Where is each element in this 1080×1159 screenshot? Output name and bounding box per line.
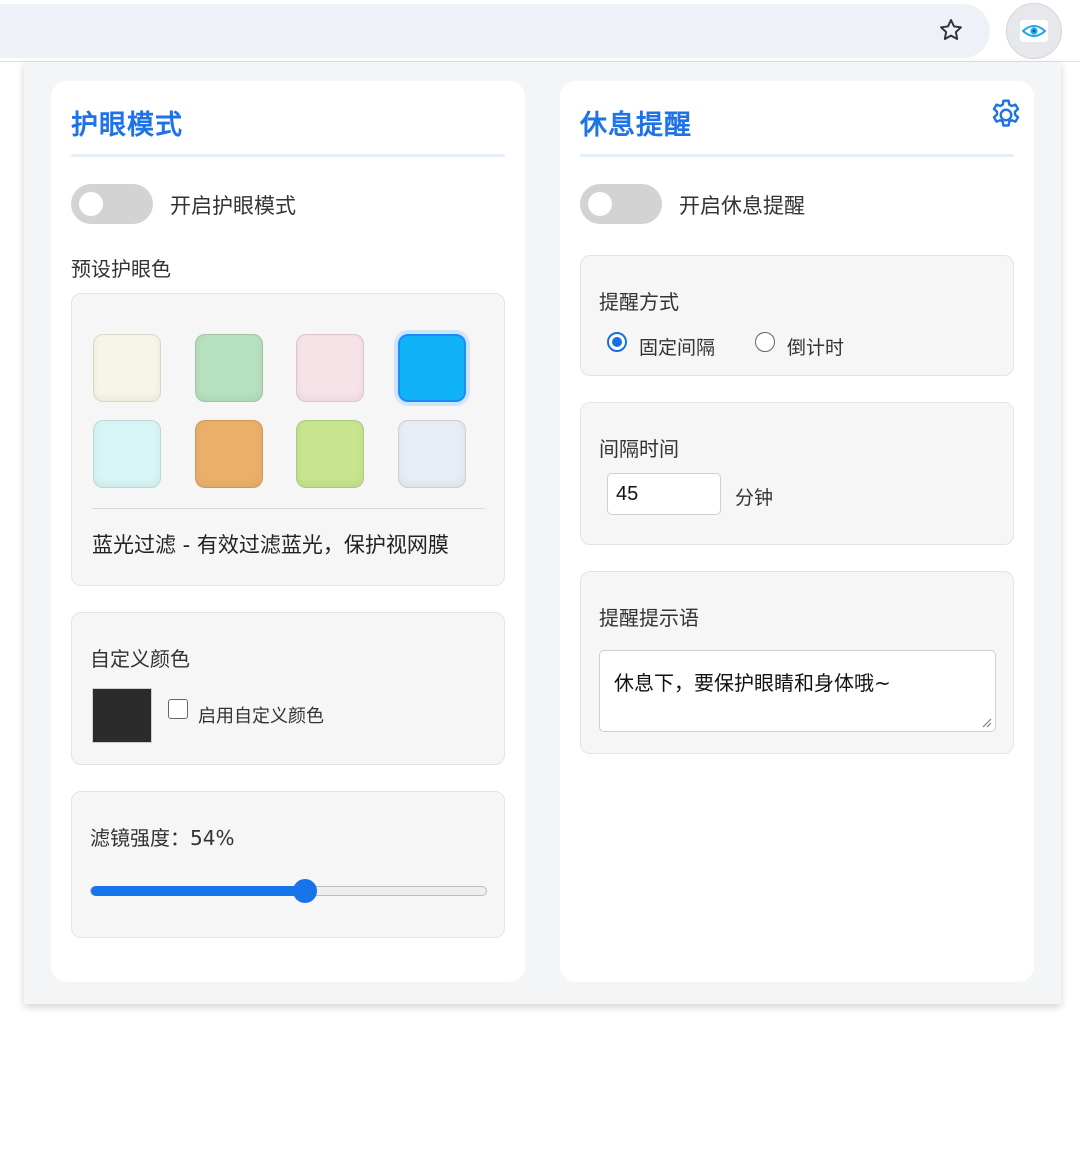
custom-color-checkbox[interactable] — [168, 699, 188, 719]
star-outline-icon — [940, 19, 962, 40]
color-swatch[interactable] — [194, 334, 263, 402]
custom-color-box: 自定义颜色 启用自定义颜色 — [71, 612, 505, 765]
mode-countdown-label: 倒计时 — [787, 337, 845, 359]
reminder-mode-box: 提醒方式 固定间隔 倒计时 — [580, 255, 1014, 376]
slider-fill — [91, 886, 306, 896]
reminder-mode-heading: 提醒方式 — [599, 290, 679, 314]
preset-colors-box: 蓝光过滤 - 有效过滤蓝光，保护视网膜 — [71, 293, 505, 586]
address-bar[interactable] — [0, 4, 990, 58]
eye-icon — [1022, 25, 1046, 37]
filter-strength-box: 滤镜强度：54% — [71, 791, 505, 938]
color-swatch[interactable] — [397, 420, 466, 488]
title-divider — [71, 154, 505, 157]
mode-fixed-interval-radio[interactable] — [607, 332, 627, 352]
eye-mode-panel: 护眼模式 开启护眼模式 预设护眼色 蓝光过滤 - 有效过滤蓝光，保护视网膜 自定… — [51, 81, 525, 982]
rest-reminder-toggle-label: 开启休息提醒 — [679, 194, 805, 218]
rest-reminder-toggle[interactable] — [580, 184, 662, 224]
title-divider — [580, 154, 1014, 157]
preset-description: 蓝光过滤 - 有效过滤蓝光，保护视网膜 — [92, 533, 449, 557]
custom-color-picker[interactable] — [92, 688, 152, 743]
toggle-knob — [79, 192, 103, 216]
color-swatch[interactable] — [93, 334, 161, 402]
extension-icon-frame — [1020, 20, 1048, 42]
color-swatch[interactable] — [194, 420, 263, 488]
rest-reminder-title: 休息提醒 — [580, 110, 692, 141]
eye-mode-title: 护眼模式 — [71, 110, 183, 141]
message-box: 提醒提示语 休息下，要保护眼睛和身体哦~ — [580, 571, 1014, 754]
custom-color-heading: 自定义颜色 — [90, 647, 190, 671]
interval-box: 间隔时间 分钟 — [580, 402, 1014, 545]
filter-strength-label: 滤镜强度：54% — [90, 826, 235, 850]
filter-strength-slider[interactable] — [90, 879, 487, 903]
mode-fixed-interval-label: 固定间隔 — [639, 337, 716, 359]
interval-heading: 间隔时间 — [599, 437, 679, 461]
eye-mode-toggle-label: 开启护眼模式 — [170, 194, 296, 218]
message-heading: 提醒提示语 — [599, 606, 699, 630]
custom-color-checkbox-label: 启用自定义颜色 — [198, 706, 324, 727]
mode-countdown-radio[interactable] — [755, 332, 775, 352]
interval-input[interactable] — [607, 473, 721, 515]
rest-reminder-panel: 休息提醒 开启休息提醒 提醒方式 固定间隔 倒计时 间隔时间 分钟 提醒提示语 … — [560, 81, 1034, 982]
toggle-knob — [588, 192, 612, 216]
eye-extension-button[interactable] — [1006, 3, 1062, 59]
reminder-message-textarea[interactable]: 休息下，要保护眼睛和身体哦~ — [599, 650, 996, 732]
gear-icon[interactable] — [988, 97, 1024, 133]
resize-grip-icon[interactable] — [982, 718, 992, 728]
color-swatch[interactable] — [296, 334, 364, 402]
bookmark-star-button[interactable] — [932, 13, 970, 47]
color-swatch[interactable] — [93, 420, 161, 488]
browser-toolbar — [0, 0, 1080, 62]
color-swatch[interactable] — [296, 420, 364, 488]
eye-mode-toggle[interactable] — [71, 184, 153, 224]
slider-thumb[interactable] — [293, 879, 318, 903]
interval-unit: 分钟 — [735, 487, 774, 509]
extension-popup: 护眼模式 开启护眼模式 预设护眼色 蓝光过滤 - 有效过滤蓝光，保护视网膜 自定… — [24, 62, 1061, 1004]
color-swatch[interactable] — [397, 334, 466, 402]
swatch-divider — [92, 508, 485, 509]
presets-heading: 预设护眼色 — [71, 257, 171, 281]
